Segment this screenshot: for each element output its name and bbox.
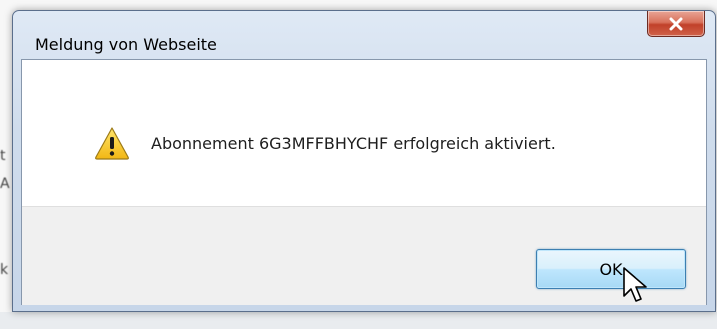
ok-button[interactable]: OK — [536, 249, 686, 289]
background-strip — [0, 312, 717, 329]
close-button[interactable] — [647, 11, 705, 37]
warning-icon — [95, 127, 129, 160]
background-edge-text: k — [0, 262, 9, 278]
message-dialog: Meldung von Webseite Abonnement 6G3MFFBH… — [12, 10, 716, 312]
background-edge-text: t — [0, 148, 6, 164]
message-area: Abonnement 6G3MFFBHYCHF erfolgreich akti… — [22, 60, 706, 206]
dialog-body: Abonnement 6G3MFFBHYCHF erfolgreich akti… — [21, 59, 707, 305]
background-edge-text: A — [0, 176, 10, 192]
close-icon — [669, 17, 683, 30]
dialog-footer: OK — [22, 206, 706, 305]
dialog-titlebar[interactable]: Meldung von Webseite — [13, 11, 715, 59]
dialog-message: Abonnement 6G3MFFBHYCHF erfolgreich akti… — [151, 134, 556, 153]
dialog-title: Meldung von Webseite — [35, 35, 217, 54]
